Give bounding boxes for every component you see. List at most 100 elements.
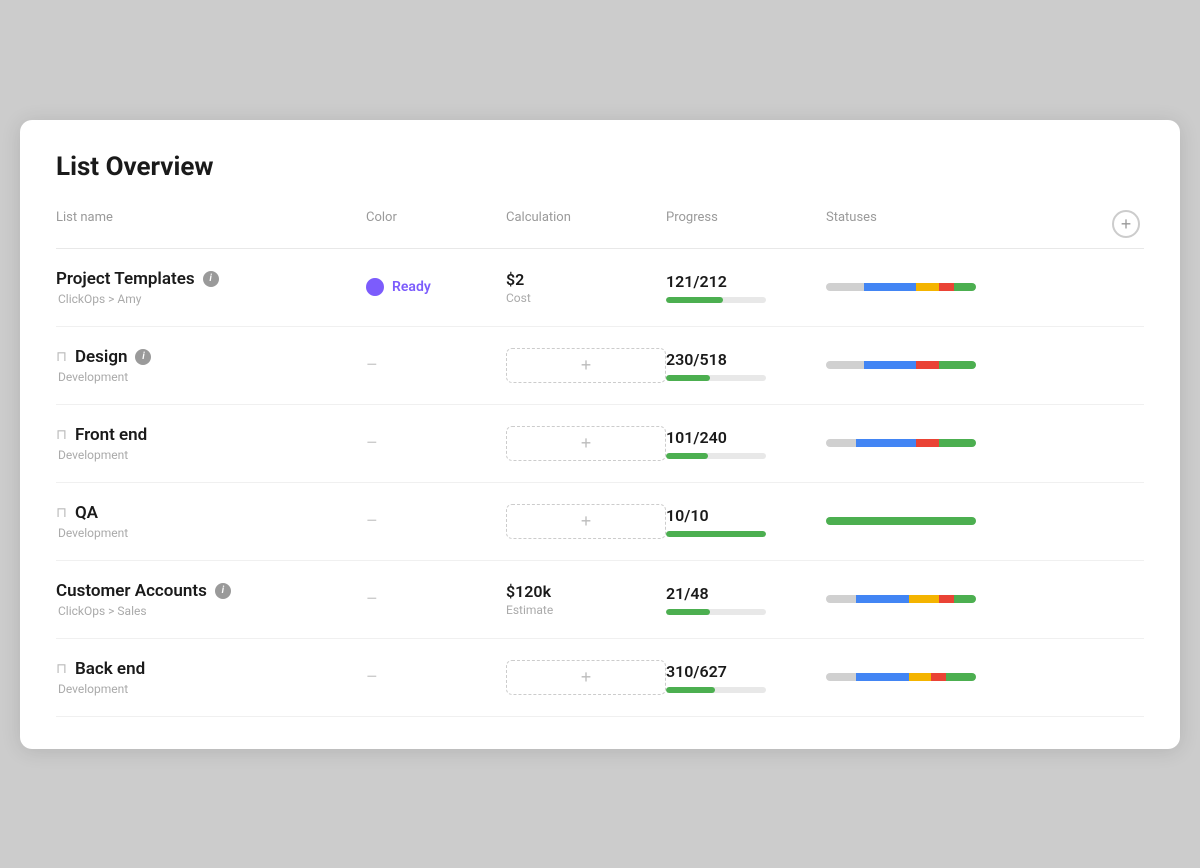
status-segment: [856, 595, 909, 603]
col-add: +: [1108, 210, 1144, 238]
list-name-text[interactable]: Design: [75, 347, 128, 367]
progress-bar-fill: [666, 531, 766, 537]
list-name-row: Project Templates i: [56, 269, 366, 289]
status-segment: [856, 439, 916, 447]
list-name-row: ⊓QA: [56, 503, 366, 523]
status-segment: [826, 439, 856, 447]
status-bar: [826, 673, 976, 681]
calculation-cell: +: [506, 504, 666, 539]
color-dash[interactable]: –: [366, 355, 378, 376]
list-name-text[interactable]: QA: [75, 503, 98, 523]
list-name-text[interactable]: Front end: [75, 425, 147, 445]
status-segment: [826, 673, 856, 681]
status-bar: [826, 361, 976, 369]
color-cell: –: [366, 433, 506, 454]
color-cell: –: [366, 667, 506, 688]
progress-text: 121/212: [666, 272, 826, 291]
calc-value: $120k: [506, 582, 666, 601]
progress-cell: 230/518: [666, 350, 826, 381]
status-segment: [939, 439, 977, 447]
status-segment: [939, 283, 954, 291]
progress-bar-background: [666, 375, 766, 381]
progress-bar-fill: [666, 375, 710, 381]
progress-bar-background: [666, 297, 766, 303]
progress-cell: 310/627: [666, 662, 826, 693]
color-cell: –: [366, 589, 506, 610]
status-segment: [826, 283, 864, 291]
progress-text: 10/10: [666, 506, 826, 525]
status-segment: [856, 673, 909, 681]
status-segment: [931, 673, 946, 681]
add-calculation-button[interactable]: +: [506, 348, 666, 383]
col-calculation: Calculation: [506, 210, 666, 238]
list-name-text[interactable]: Customer Accounts: [56, 581, 207, 601]
progress-bar-background: [666, 531, 766, 537]
progress-bar-background: [666, 687, 766, 693]
status-segment: [864, 283, 917, 291]
col-progress: Progress: [666, 210, 826, 238]
status-segment: [954, 595, 977, 603]
calculation-cell: +: [506, 660, 666, 695]
status-bar: [826, 439, 976, 447]
progress-bar-fill: [666, 609, 710, 615]
color-cell: Ready: [366, 278, 506, 296]
status-segment: [909, 595, 939, 603]
list-name-cell: ⊓Back endDevelopment: [56, 659, 366, 696]
color-dash[interactable]: –: [366, 667, 378, 688]
status-segment: [864, 361, 917, 369]
list-name-text[interactable]: Project Templates: [56, 269, 195, 289]
status-segment: [939, 361, 977, 369]
add-calculation-button[interactable]: +: [506, 426, 666, 461]
calc-value: $2: [506, 270, 666, 289]
list-name-text[interactable]: Back end: [75, 659, 145, 679]
info-icon[interactable]: i: [203, 271, 219, 287]
progress-bar-fill: [666, 297, 723, 303]
col-color: Color: [366, 210, 506, 238]
add-list-button[interactable]: +: [1112, 210, 1140, 238]
folder-icon: ⊓: [56, 427, 67, 443]
color-dot[interactable]: [366, 278, 384, 296]
folder-icon: ⊓: [56, 349, 67, 365]
progress-cell: 10/10: [666, 506, 826, 537]
info-icon[interactable]: i: [135, 349, 151, 365]
progress-cell: 121/212: [666, 272, 826, 303]
table-row: Project Templates i ClickOps > AmyReady$2 C…: [56, 249, 1144, 327]
table-row: ⊓Back endDevelopment–+310/627: [56, 639, 1144, 717]
table-row: ⊓QADevelopment– +10/10: [56, 483, 1144, 561]
folder-icon: ⊓: [56, 661, 67, 677]
status-segment: [946, 673, 976, 681]
status-segment: [916, 283, 939, 291]
list-name-cell: Customer AccountsiClickOps > Sales: [56, 581, 366, 618]
calc-label: Cost: [506, 291, 666, 305]
statuses-cell: [826, 595, 1108, 603]
list-name-cell: Project Templates i ClickOps > Amy: [56, 269, 366, 306]
status-segment: [826, 517, 976, 525]
list-name-cell: ⊓QADevelopment: [56, 503, 366, 540]
table-row: ⊓Front endDevelopment–+101/240: [56, 405, 1144, 483]
color-dash[interactable]: –: [366, 511, 378, 532]
status-bar: [826, 517, 976, 525]
progress-cell: 101/240: [666, 428, 826, 459]
col-list-name: List name: [56, 210, 366, 238]
info-icon[interactable]: i: [215, 583, 231, 599]
status-bar: [826, 595, 976, 603]
list-name-cell: ⊓DesigniDevelopment: [56, 347, 366, 384]
statuses-cell: [826, 517, 1108, 525]
progress-bar-fill: [666, 453, 708, 459]
status-bar: [826, 283, 976, 291]
status-segment: [826, 595, 856, 603]
color-dash[interactable]: –: [366, 589, 378, 610]
progress-bar-fill: [666, 687, 715, 693]
table-header: List name Color Calculation Progress Sta…: [56, 210, 1144, 249]
status-segment: [909, 673, 932, 681]
list-breadcrumb: ClickOps > Amy: [56, 292, 366, 306]
progress-bar-background: [666, 453, 766, 459]
progress-bar-background: [666, 609, 766, 615]
table-row: Customer AccountsiClickOps > Sales–$120k…: [56, 561, 1144, 639]
add-calculation-button[interactable]: +: [506, 504, 666, 539]
add-calculation-button[interactable]: +: [506, 660, 666, 695]
color-dash[interactable]: –: [366, 433, 378, 454]
statuses-cell: [826, 283, 1108, 291]
list-name-row: ⊓ Back end: [56, 659, 366, 679]
calculation-cell: $120kEstimate: [506, 582, 666, 617]
